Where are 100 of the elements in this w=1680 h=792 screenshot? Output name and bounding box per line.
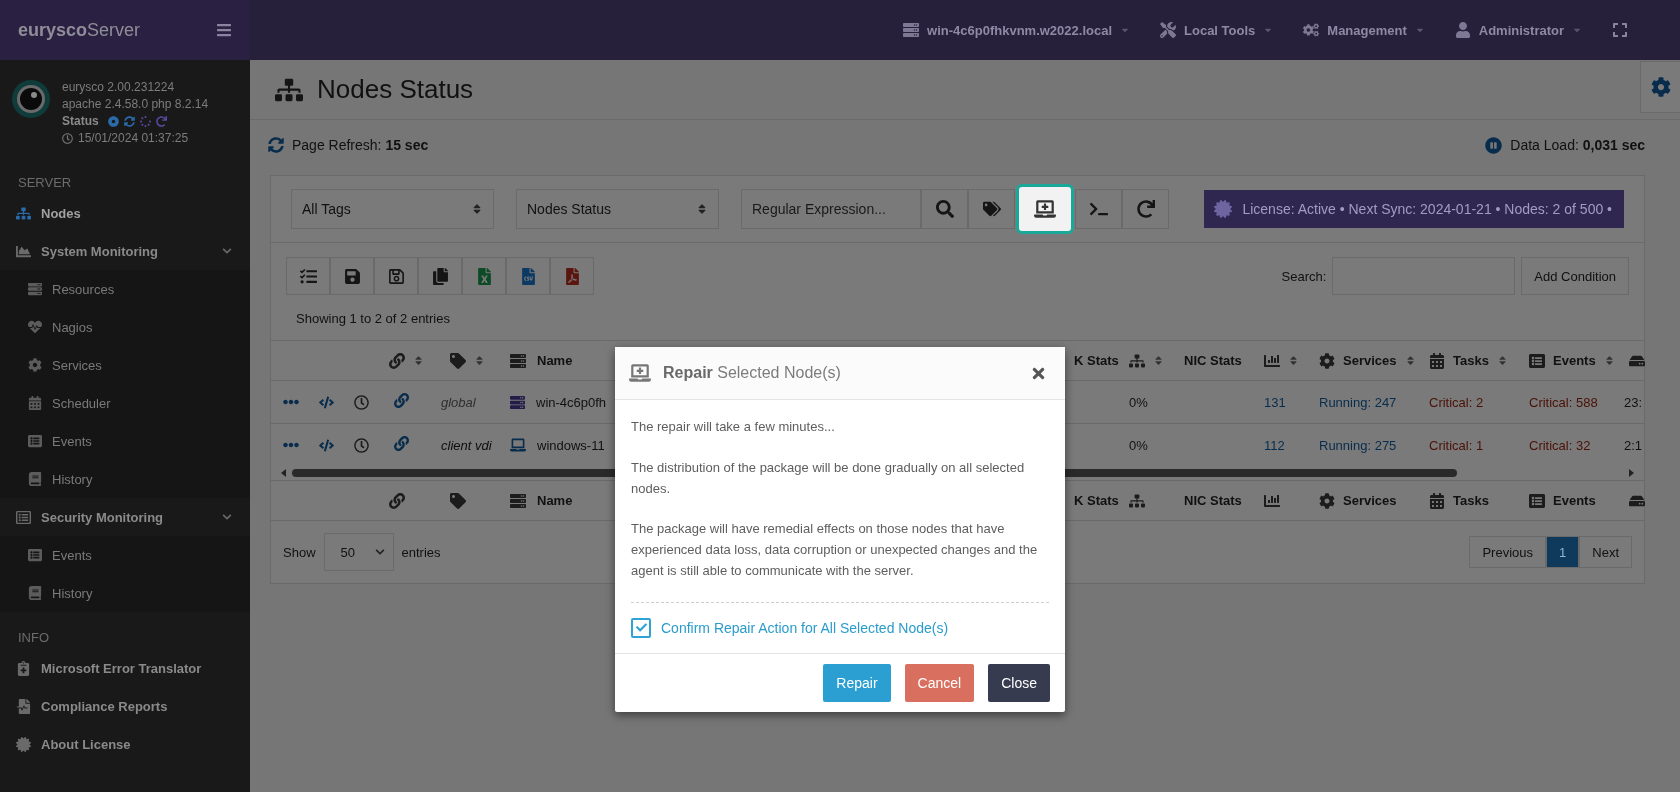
nav-menu-button[interactable]: win-4c6p0fhkvnm.w2022.local bbox=[903, 22, 1131, 38]
settings-button[interactable] bbox=[1640, 61, 1680, 113]
book-icon bbox=[28, 472, 42, 486]
close-button[interactable]: Close bbox=[988, 664, 1050, 703]
chevron-down-icon bbox=[374, 547, 385, 557]
page-button[interactable]: Next bbox=[1579, 536, 1632, 568]
column-header: K Stats bbox=[1074, 493, 1119, 508]
pdf-button[interactable] bbox=[550, 257, 594, 295]
user-icon bbox=[1454, 22, 1471, 38]
sort-icon[interactable] bbox=[1496, 355, 1508, 366]
sidebar-item[interactable]: Nodes bbox=[0, 194, 250, 232]
bar-chart-icon bbox=[1264, 492, 1280, 509]
sort-icon[interactable] bbox=[413, 355, 424, 366]
server-icon bbox=[28, 282, 42, 296]
sort-icon[interactable] bbox=[1153, 355, 1164, 366]
save-icon bbox=[343, 267, 361, 285]
sidebar-item[interactable]: History bbox=[0, 574, 250, 612]
terminal-button[interactable] bbox=[1075, 189, 1122, 229]
sidebar-item[interactable]: Resources bbox=[0, 270, 250, 308]
page-title: Nodes Status bbox=[317, 74, 474, 105]
menu-icon[interactable] bbox=[216, 22, 232, 38]
server-icon bbox=[510, 394, 525, 410]
regex-field[interactable]: Regular Expression... bbox=[741, 189, 921, 229]
sidebar-item[interactable]: History bbox=[0, 460, 250, 498]
redo-icon[interactable] bbox=[155, 115, 167, 127]
table-cell-text: 23: bbox=[1623, 394, 1644, 410]
nav-menu-button[interactable]: Local Tools bbox=[1160, 22, 1274, 38]
search-button[interactable] bbox=[921, 189, 968, 229]
section-title: INFO bbox=[17, 629, 51, 647]
sidebar-item[interactable]: Events bbox=[0, 536, 250, 574]
status-select[interactable]: Nodes Status bbox=[516, 189, 719, 229]
version-text: eurysco 2.00.231224 bbox=[62, 80, 176, 94]
confirm-checkbox[interactable] bbox=[631, 617, 651, 638]
link-icon[interactable] bbox=[394, 393, 409, 408]
calendar-icon bbox=[28, 396, 42, 410]
nav-menu-button[interactable]: Management bbox=[1303, 22, 1425, 38]
entries-select[interactable]: 50 bbox=[323, 533, 394, 571]
excel-button[interactable] bbox=[462, 257, 506, 295]
sidebar-item[interactable]: Nagios bbox=[0, 308, 250, 346]
refresh-button[interactable] bbox=[1122, 189, 1169, 229]
repair-button[interactable] bbox=[1016, 184, 1074, 234]
cancel-button[interactable]: Cancel bbox=[904, 664, 975, 703]
nav-menu-button[interactable]: Administrator bbox=[1454, 22, 1582, 38]
sort-icon[interactable] bbox=[1404, 355, 1416, 366]
sort-icon[interactable] bbox=[1288, 355, 1299, 366]
terminal-icon bbox=[1089, 200, 1108, 218]
sidebar-item[interactable]: Scheduler bbox=[0, 384, 250, 422]
sidebar-item[interactable]: About License bbox=[0, 725, 250, 763]
select-all-button[interactable] bbox=[286, 257, 330, 295]
sidebar-item[interactable]: Security Monitoring bbox=[0, 498, 250, 536]
copy-icon bbox=[431, 267, 449, 285]
tag-icon bbox=[450, 352, 466, 369]
column-header: Events bbox=[1553, 493, 1596, 508]
link-icon[interactable] bbox=[394, 436, 409, 451]
tags-select[interactable]: All Tags bbox=[291, 189, 494, 229]
clock-icon[interactable] bbox=[354, 394, 369, 410]
network-icon bbox=[1129, 352, 1145, 369]
copy-button[interactable] bbox=[418, 257, 462, 295]
clock-icon bbox=[62, 132, 73, 144]
pause-icon[interactable] bbox=[1485, 136, 1503, 154]
data-load-text: Data Load: 0,031 sec bbox=[1510, 137, 1645, 153]
sort-icon[interactable] bbox=[1603, 355, 1615, 366]
link-icon bbox=[389, 492, 405, 509]
dialog-paragraph: The package will have remedial effects on those nodes that have experienced data loss, data corruption or unexpected changes and the agent is still able to communicate with the server. bbox=[631, 520, 1039, 580]
sidebar-item[interactable]: System Monitoring bbox=[0, 232, 250, 270]
code-icon[interactable] bbox=[319, 394, 334, 410]
sync-icon[interactable] bbox=[123, 115, 135, 127]
pdf-file-icon bbox=[563, 267, 581, 285]
gear-icon bbox=[1319, 352, 1335, 369]
column-header: Services bbox=[1343, 353, 1397, 368]
sidebar-item[interactable]: Events bbox=[0, 422, 250, 460]
column-header: Events bbox=[1553, 353, 1596, 368]
tags-button[interactable] bbox=[968, 189, 1015, 229]
save-button[interactable] bbox=[330, 257, 374, 295]
add-condition-button[interactable]: Add Condition bbox=[1521, 257, 1629, 295]
spinner-icon[interactable] bbox=[139, 115, 151, 127]
tag-cell-text: global bbox=[440, 394, 477, 410]
target-icon[interactable] bbox=[107, 115, 119, 127]
sidebar-item[interactable]: Microsoft Error Translator bbox=[0, 649, 250, 687]
csv-button[interactable] bbox=[506, 257, 550, 295]
table-cell-text: Running: 247 bbox=[1318, 394, 1398, 410]
tags-icon bbox=[982, 200, 1001, 218]
sort-icon[interactable] bbox=[474, 355, 485, 366]
list-icon bbox=[16, 509, 31, 525]
sidebar-item[interactable]: Compliance Reports bbox=[0, 687, 250, 725]
license-banner: License: Active • Next Sync: 2024-01-21 • Nodes: 2 of 500 • bbox=[1204, 190, 1624, 228]
calendar-icon bbox=[1429, 352, 1445, 369]
page-button[interactable]: Previous bbox=[1469, 536, 1547, 568]
code-icon[interactable] bbox=[319, 437, 334, 453]
fullscreen-icon[interactable] bbox=[1612, 22, 1628, 38]
clock-icon[interactable] bbox=[354, 437, 369, 453]
sidebar-item[interactable]: Services bbox=[0, 346, 250, 384]
list-icon bbox=[28, 548, 42, 562]
column-header: Tasks bbox=[1453, 493, 1489, 508]
tag-cell-text: client vdi bbox=[440, 437, 493, 453]
refresh-icon[interactable] bbox=[268, 137, 284, 153]
refresh-icon bbox=[1136, 200, 1155, 218]
page-button[interactable]: 1 bbox=[1546, 536, 1580, 568]
unsave-button[interactable] bbox=[374, 257, 418, 295]
repair-button[interactable]: Repair bbox=[823, 664, 891, 703]
